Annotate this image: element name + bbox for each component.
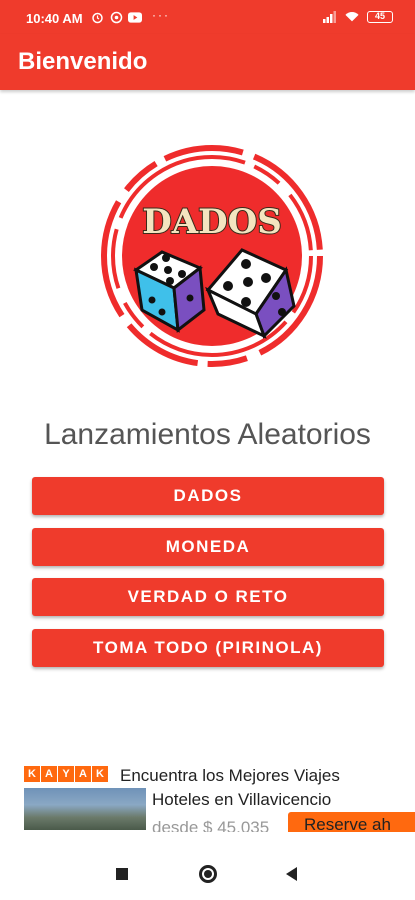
app-bar: Bienvenido (0, 34, 415, 90)
dados-logo: DADOS (96, 140, 328, 372)
alarm-icon (90, 10, 104, 24)
back-icon[interactable] (286, 867, 297, 881)
ad-price: desde $ 45.035 (152, 818, 270, 832)
verdad-o-reto-button[interactable]: VERDAD O RETO (32, 578, 384, 616)
recents-icon[interactable] (116, 868, 128, 880)
youtube-icon (128, 10, 142, 24)
app-title: Bienvenido (18, 48, 148, 75)
whatsapp-icon (109, 10, 123, 24)
status-bar: 10:40 AM ··· 45 (0, 0, 415, 34)
ad-city-photo (24, 788, 146, 830)
more-notifications: ··· (152, 8, 170, 22)
moneda-button[interactable]: MONEDA (32, 528, 384, 566)
ad-cta-button[interactable]: Reserve ah (288, 812, 415, 832)
ad-headline: Encuentra los Mejores Viajes (120, 766, 340, 785)
ad-banner[interactable]: K A Y A K Encuentra los Mejores Viajes H… (24, 760, 415, 832)
dados-button[interactable]: DADOS (32, 477, 384, 515)
notification-icons (90, 10, 142, 24)
toma-todo-button[interactable]: TOMA TODO (PIRINOLA) (32, 629, 384, 667)
system-icons: 45 (323, 10, 393, 24)
battery-icon: 45 (367, 11, 393, 23)
home-icon[interactable] (199, 865, 217, 883)
kayak-logo: K A Y A K (24, 766, 108, 782)
status-time: 10:40 AM (26, 11, 83, 26)
wifi-icon (345, 10, 359, 24)
logo-text: DADOS (142, 202, 282, 242)
signal-icon (323, 10, 337, 24)
page-headline: Lanzamientos Aleatorios (44, 418, 371, 451)
ad-subtitle: Hoteles en Villavicencio (152, 790, 332, 809)
system-nav-bar (0, 848, 415, 900)
